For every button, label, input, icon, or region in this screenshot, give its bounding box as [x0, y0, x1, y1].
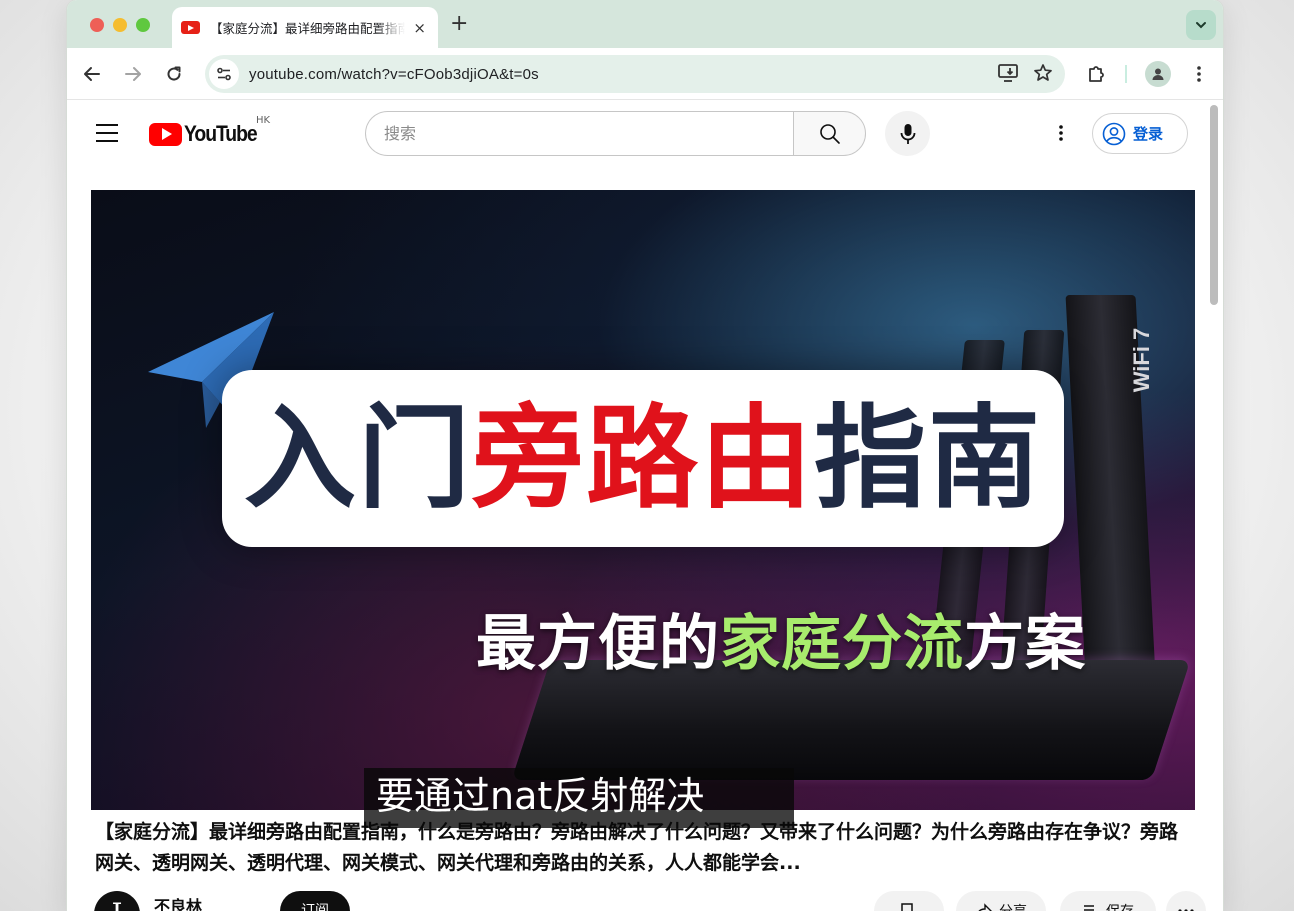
share-label: 分享 [999, 901, 1027, 911]
more-actions-button[interactable] [1166, 891, 1206, 911]
url-text: youtube.com/watch?v=cFOob3djiOA&t=0s [249, 65, 539, 83]
person-icon [1152, 68, 1164, 80]
settings-menu-button[interactable] [1049, 121, 1073, 145]
search-box [365, 111, 794, 156]
forward-button[interactable] [121, 62, 145, 86]
search-input[interactable] [384, 124, 794, 143]
browser-toolbar: youtube.com/watch?v=cFOob3djiOA&t=0s [67, 48, 1223, 100]
search-button[interactable] [793, 111, 866, 156]
wifi7-logo: WiFi 7 [1129, 328, 1154, 393]
thumbnail-sub-highlight: 家庭分流 [720, 609, 964, 679]
address-bar[interactable]: youtube.com/watch?v=cFOob3djiOA&t=0s [205, 55, 1065, 93]
extensions-button[interactable] [1084, 62, 1108, 86]
save-label: 保存 [1106, 901, 1134, 911]
toolbar-separator [1125, 65, 1127, 83]
region-code: HK [256, 115, 271, 126]
thumbnail-sub-part: 最方便的 [476, 609, 720, 679]
like-dislike-button[interactable] [874, 891, 944, 911]
channel-name[interactable]: 不良林 [154, 893, 202, 911]
browser-menu-button[interactable] [1187, 62, 1211, 86]
thumbnail-headline-banner: 入门 旁路由 指南 [222, 370, 1064, 547]
arrow-right-icon [125, 67, 141, 81]
reload-icon [167, 66, 181, 81]
tab-youtube[interactable]: 【家庭分流】最详细旁路由配置指南，什么是旁路由？ × [172, 7, 438, 48]
new-tab-button[interactable]: + [450, 11, 468, 36]
video-player[interactable]: WiFi 7 入门 旁路由 指南 最方便的 家庭分流 方案 [91, 190, 1195, 810]
more-vertical-icon [1059, 125, 1063, 141]
microphone-icon [900, 123, 915, 144]
account-circle-icon [1102, 122, 1126, 145]
svg-text:WiFi 7: WiFi 7 [1129, 328, 1154, 393]
tab-title: 【家庭分流】最详细旁路由配置指南，什么是旁路由？ [210, 21, 406, 36]
minimize-window-button[interactable] [113, 18, 127, 32]
arrow-left-icon [84, 67, 100, 81]
search-icon [819, 123, 840, 144]
thumb-down-icon [901, 903, 913, 911]
install-app-icon[interactable] [997, 63, 1019, 83]
youtube-play-icon [149, 122, 182, 146]
owner-row: I 不良林 订阅 分享 保存 [94, 891, 1206, 911]
playlist-add-icon [1084, 905, 1094, 911]
menu-icon[interactable] [96, 124, 118, 142]
sign-in-label: 登录 [1133, 125, 1164, 143]
tab-close-icon[interactable]: × [413, 19, 426, 37]
thumbnail-headline-highlight: 旁路由 [472, 393, 814, 524]
tune-icon [217, 67, 231, 81]
share-icon [978, 903, 992, 911]
puzzle-icon [1089, 66, 1104, 82]
share-button[interactable]: 分享 [956, 891, 1046, 911]
more-vertical-icon [1197, 66, 1201, 82]
masthead: YouTube HK 登录 [67, 101, 1223, 165]
zoom-window-button[interactable] [136, 18, 150, 32]
youtube-logo[interactable]: YouTube [149, 121, 266, 147]
thumbnail-subheadline: 最方便的 家庭分流 方案 [476, 595, 1086, 682]
subscribe-button[interactable]: 订阅 [280, 891, 350, 911]
chevron-down-icon [1196, 22, 1206, 29]
thumbnail-headline-part: 指南 [814, 393, 1042, 524]
reload-button[interactable] [162, 62, 186, 86]
profile-button[interactable] [1145, 61, 1171, 87]
youtube-wordmark: YouTube [184, 121, 258, 146]
star-icon[interactable] [1033, 63, 1053, 83]
sign-in-button[interactable]: 登录 [1092, 113, 1188, 154]
tab-search-button[interactable] [1186, 10, 1216, 40]
tab-strip: 【家庭分流】最详细旁路由配置指南，什么是旁路由？ × + [67, 0, 1223, 48]
back-button[interactable] [80, 62, 104, 86]
subtitle-caption: 要通过nat反射解决 [364, 768, 794, 828]
voice-search-button[interactable] [885, 111, 930, 156]
thumbnail-headline-part: 入门 [244, 393, 472, 524]
thumbnail-sub-part: 方案 [964, 609, 1086, 679]
close-window-button[interactable] [90, 18, 104, 32]
youtube-favicon-icon [181, 21, 200, 34]
site-info-button[interactable] [209, 59, 239, 89]
channel-avatar[interactable]: I [94, 891, 140, 911]
save-button[interactable]: 保存 [1060, 891, 1156, 911]
